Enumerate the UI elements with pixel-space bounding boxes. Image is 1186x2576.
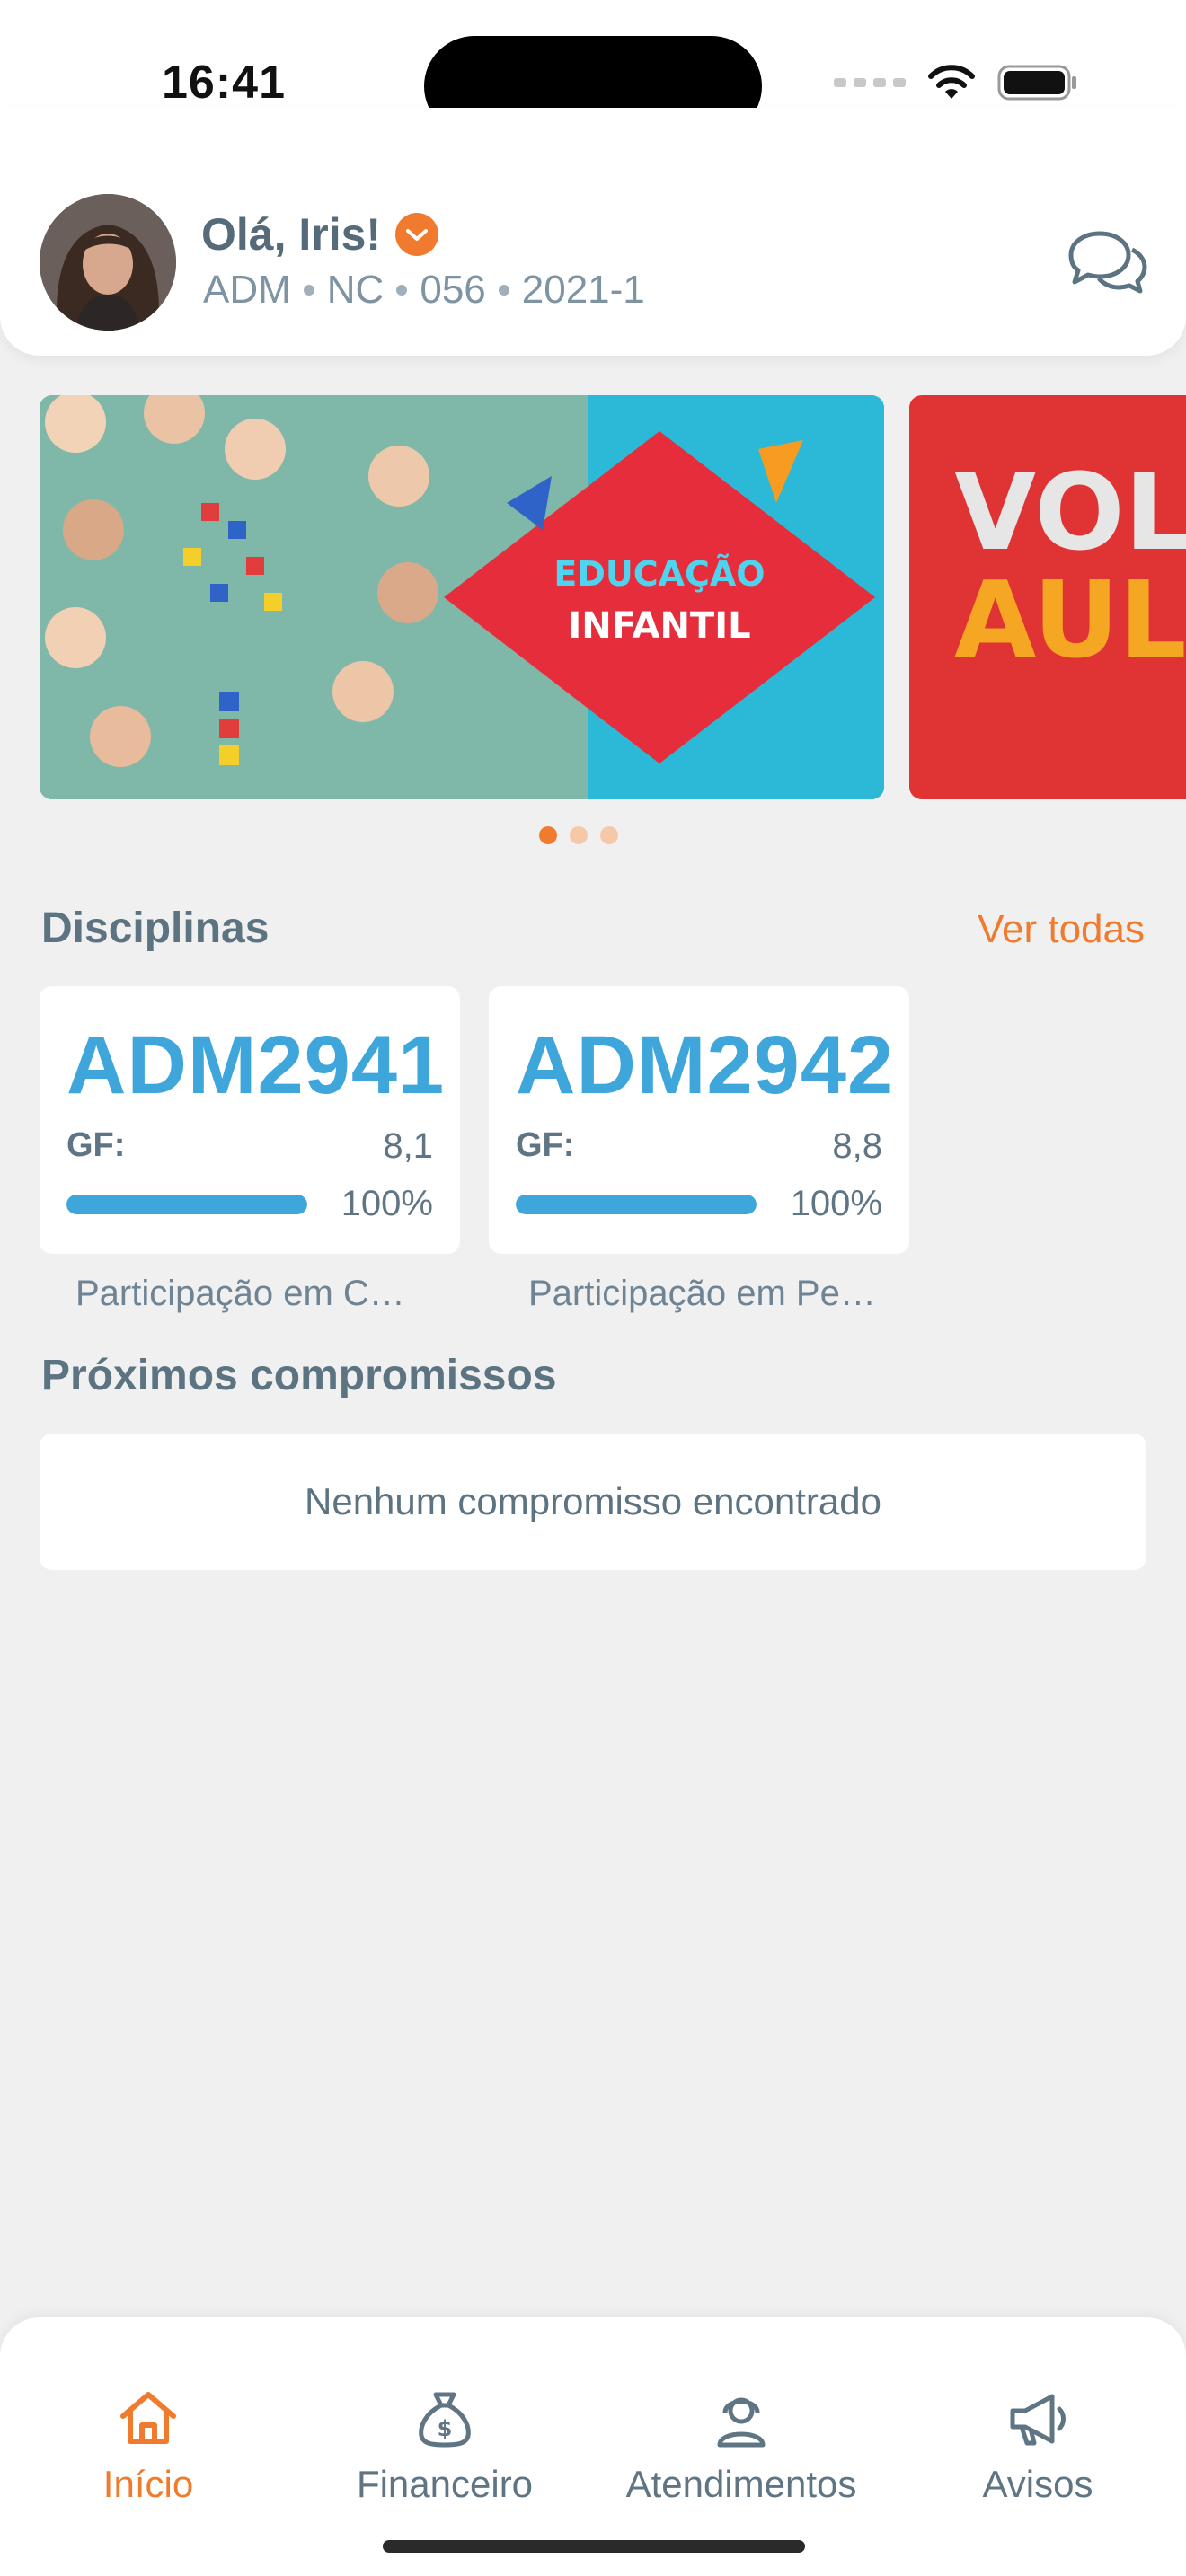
progress-bar [66, 1195, 307, 1214]
class-code: 056 [420, 268, 486, 312]
nav-item-avisos[interactable]: Avisos [890, 2389, 1186, 2506]
progress-percent: 100% [790, 1184, 882, 1223]
profile-header: Olá, Iris! ADM NC 056 2021-1 [0, 108, 1186, 356]
grade-value: 8,1 [383, 1126, 433, 1166]
progress-bar-fill [66, 1195, 307, 1214]
banner-title: EDUCAÇÃO INFANTIL [543, 548, 776, 652]
wifi-icon [928, 65, 975, 99]
bottom-nav: Início $ Financeiro Atendimentos Avisos [0, 2317, 1186, 2576]
see-all-link[interactable]: Ver todas [978, 907, 1145, 952]
carousel-dot-active[interactable] [539, 826, 557, 844]
home-icon [120, 2392, 176, 2444]
grade-label: GF: [66, 1126, 126, 1164]
svg-text:$: $ [438, 2416, 453, 2441]
status-time: 16:41 [162, 57, 286, 109]
banner-volta-as-aulas[interactable]: VOL AUL [909, 395, 1186, 799]
nav-item-financeiro[interactable]: $ Financeiro [296, 2389, 593, 2506]
banner-carousel[interactable]: EDUCAÇÃO INFANTIL VOL AUL [40, 395, 1186, 799]
check-badge-icon[interactable] [395, 213, 439, 256]
nav-label: Avisos [982, 2463, 1093, 2505]
nav-item-inicio[interactable]: Início [0, 2389, 296, 2506]
student-info: ADM NC 056 2021-1 [203, 268, 645, 313]
avatar[interactable] [40, 194, 176, 331]
compromissos-title: Próximos compromissos [41, 1352, 557, 1399]
grade-label: GF: [516, 1126, 575, 1164]
money-bag-icon: $ [419, 2392, 471, 2448]
carousel-dots [539, 826, 618, 844]
period-code: 2021-1 [521, 268, 645, 312]
home-indicator[interactable] [383, 2540, 805, 2553]
discipline-card[interactable]: ADM2941 GF: 8,1 100% [40, 986, 460, 1254]
nav-item-atendimentos[interactable]: Atendimentos [593, 2389, 890, 2506]
separator-dot [396, 285, 408, 296]
nav-label: Atendimentos [625, 2463, 857, 2505]
discipline-code: ADM2942 [516, 1019, 895, 1111]
support-agent-icon [717, 2397, 766, 2448]
banner-title-line-1: EDUCAÇÃO [553, 554, 766, 594]
progress-bar [516, 1195, 757, 1214]
battery-icon [997, 65, 1076, 101]
carousel-dot[interactable] [600, 826, 618, 844]
nav-label: Financeiro [356, 2463, 534, 2505]
progress-bar-fill [516, 1195, 757, 1214]
banner-educacao-infantil[interactable]: EDUCAÇÃO INFANTIL [40, 395, 884, 799]
cellular-signal-icon [834, 78, 906, 87]
chat-button[interactable] [1064, 219, 1150, 305]
disciplinas-title: Disciplinas [41, 904, 270, 952]
nav-label: Início [102, 2463, 194, 2505]
discipline-code: ADM2941 [66, 1019, 446, 1111]
discipline-name: Participação em Campanhas Acadêmicas [75, 1274, 415, 1313]
banner-2-title-line-1: VOL [954, 450, 1186, 574]
greeting-text: Olá, Iris! [201, 209, 382, 260]
campus-code: NC [326, 268, 385, 312]
chat-bubbles-icon [1068, 231, 1147, 294]
status-icons [834, 63, 1078, 102]
banner-title-line-2: INFANTIL [568, 605, 751, 647]
grade-value: 8,8 [832, 1126, 882, 1166]
greeting-row: Olá, Iris! [201, 208, 439, 260]
progress-percent: 100% [341, 1184, 433, 1223]
separator-dot [303, 285, 314, 296]
course-code: ADM [203, 268, 291, 312]
empty-state-text: Nenhum compromisso encontrado [305, 1480, 881, 1522]
carousel-dot[interactable] [570, 826, 588, 844]
separator-dot [498, 285, 509, 296]
discipline-card[interactable]: ADM2942 GF: 8,8 100% [489, 986, 909, 1254]
megaphone-icon [1010, 2394, 1066, 2446]
banner-2-title-line-2: AUL [954, 558, 1186, 682]
banner-2-title: VOL AUL [954, 458, 1186, 674]
empty-state-card: Nenhum compromisso encontrado [40, 1434, 1146, 1570]
discipline-name: Participação em Pesquisas Institucionais [528, 1274, 877, 1313]
